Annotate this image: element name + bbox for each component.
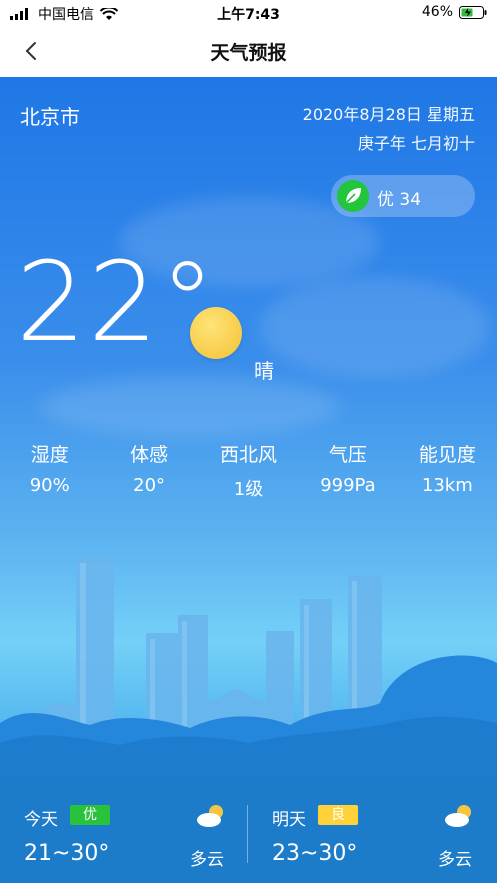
stat-humidity: 湿度 90%: [0, 440, 99, 501]
stat-label: 西北风: [220, 444, 278, 466]
stat-value: 20°: [133, 475, 166, 496]
stat-label: 体感: [130, 444, 169, 466]
forecast-temp: 21~30°: [24, 841, 110, 866]
air-quality-badge: 良: [318, 805, 358, 825]
stat-value: 13km: [421, 475, 473, 496]
stat-wind: 西北风 1级: [199, 440, 298, 501]
status-bar: 中国电信 上午7:43 46%: [0, 0, 497, 26]
stat-value: 90%: [29, 475, 70, 496]
forecast-day: 今天: [24, 810, 58, 830]
partly-cloudy-icon: [445, 805, 471, 827]
aqi-label: 优 34: [377, 190, 422, 210]
city-name: 北京市: [20, 105, 80, 129]
stat-pressure: 气压 999Pa: [298, 440, 397, 501]
stat-label: 气压: [328, 444, 367, 466]
status-right: 46%: [422, 4, 487, 20]
stat-feels-like: 体感 20°: [99, 440, 198, 501]
current-temperature: 22°: [16, 238, 217, 366]
current-condition: 晴: [254, 359, 274, 383]
gregorian-date: 2020年8月28日 星期五: [302, 105, 475, 124]
stat-label: 湿度: [30, 444, 69, 466]
forecast-tomorrow[interactable]: 明天 良 23~30° 多云: [248, 783, 496, 883]
stat-visibility: 能见度 13km: [398, 440, 497, 501]
lunar-date: 庚子年 七月初十: [357, 134, 475, 153]
leaf-icon: [337, 180, 369, 212]
weather-hero: 北京市 2020年8月28日 星期五 庚子年 七月初十 优 34 22° 晴 湿…: [0, 77, 497, 783]
weather-stats: 湿度 90% 体感 20° 西北风 1级 气压 999Pa 能见度 13km: [0, 440, 497, 501]
forecast-temp: 23~30°: [272, 841, 358, 866]
page-title: 天气预报: [210, 42, 287, 64]
nav-bar: 天气预报: [0, 26, 497, 77]
forecast-bar: 今天 优 21~30° 多云 明天 良 23~30° 多云: [0, 783, 497, 883]
sky-cloud: [260, 277, 490, 377]
forecast-condition: 多云: [190, 850, 224, 870]
battery-percent: 46%: [421, 4, 453, 20]
partly-cloudy-icon: [197, 805, 223, 827]
aqi-badge[interactable]: 优 34: [331, 175, 475, 217]
forecast-condition: 多云: [438, 850, 472, 870]
forecast-day: 明天: [272, 810, 306, 830]
air-quality-badge: 优: [70, 805, 110, 825]
stat-label: 能见度: [418, 444, 476, 466]
stat-value: 999Pa: [320, 475, 376, 496]
battery-icon: [459, 5, 487, 19]
city-skyline-illustration: [0, 558, 497, 783]
forecast-today[interactable]: 今天 优 21~30° 多云: [0, 783, 248, 883]
sky-cloud: [40, 377, 340, 437]
sun-icon: [190, 307, 242, 359]
stat-value: 1级: [233, 479, 264, 500]
